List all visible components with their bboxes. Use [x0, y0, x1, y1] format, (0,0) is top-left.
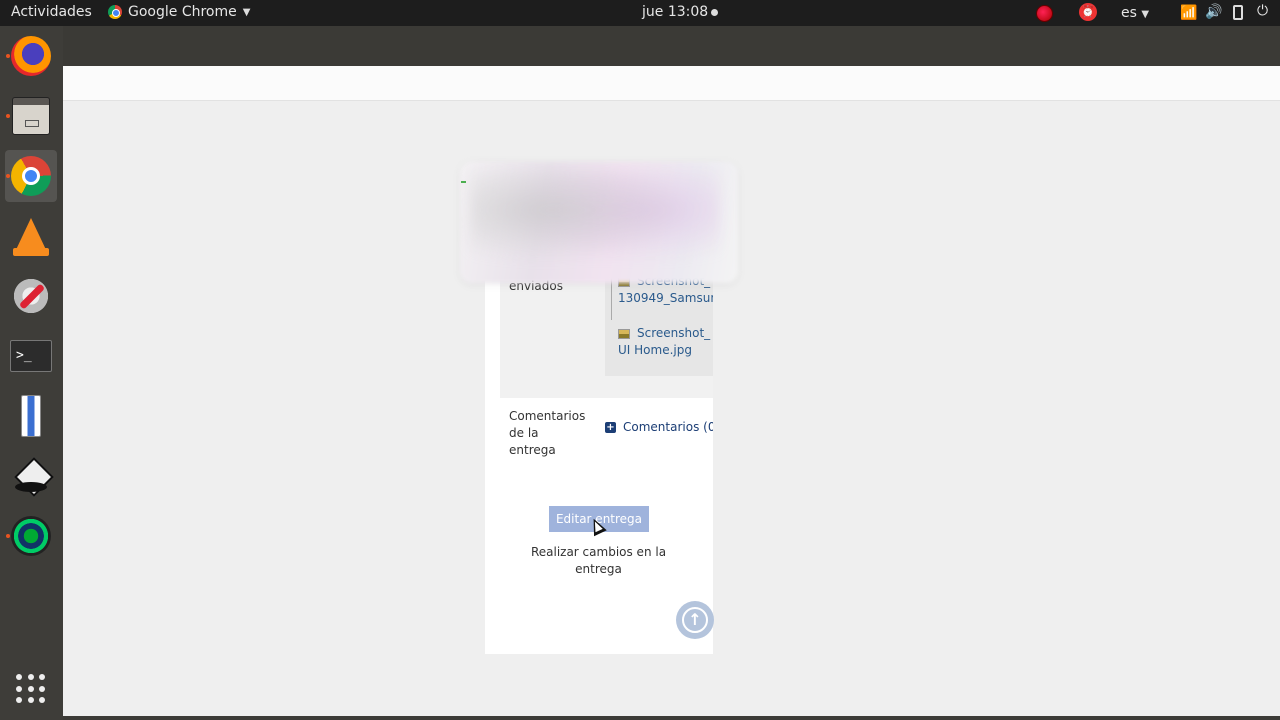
terminal-icon: >_	[10, 340, 52, 372]
edit-help-text: Realizar cambios en la entrega	[520, 544, 677, 578]
running-indicator-icon	[6, 174, 10, 178]
comments-label-2: de la	[509, 426, 539, 440]
settings-icon	[11, 276, 51, 316]
dock-vlc[interactable]	[5, 210, 57, 262]
notification-dot-icon	[711, 8, 719, 16]
dock-inkscape[interactable]	[5, 450, 57, 502]
language-label: es	[1121, 5, 1137, 21]
edit-help-line2: entrega	[575, 562, 622, 576]
volume-icon[interactable]: 🔊	[1205, 4, 1222, 20]
dock-chrome[interactable]	[5, 150, 57, 202]
alarm-clock-icon[interactable]: ⏰	[1079, 3, 1097, 21]
power-menu-icon[interactable]: ⏻	[1257, 3, 1268, 19]
comments-label-1: Comentarios	[509, 409, 586, 423]
system-top-bar: Actividades Google Chrome ▼ jue 13:08 ⏰ …	[0, 0, 1280, 26]
files-icon	[12, 97, 50, 135]
record-icon[interactable]	[1036, 5, 1053, 22]
clock-label: jue 13:08	[642, 4, 709, 20]
dock-terminal[interactable]: >_	[5, 330, 57, 382]
status-mark-icon	[461, 181, 466, 183]
clock[interactable]: jue 13:08	[642, 4, 719, 20]
comments-label-3: entrega	[509, 443, 556, 457]
blurred-overlay-content	[470, 170, 720, 270]
battery-icon[interactable]	[1233, 5, 1243, 20]
wifi-icon[interactable]: 📶	[1180, 5, 1197, 21]
firefox-icon	[11, 36, 51, 76]
dock-firefox[interactable]	[5, 30, 57, 82]
browser-toolbar	[63, 26, 1280, 66]
file-link-2-line2[interactable]: UI Home.jpg	[618, 342, 692, 359]
ruler-icon	[21, 395, 41, 437]
expand-plus-icon[interactable]: +	[605, 422, 616, 433]
ubuntu-dock: >_	[0, 26, 63, 720]
app-menu-label: Google Chrome	[128, 4, 237, 20]
activities-button[interactable]: Actividades	[11, 4, 92, 20]
image-file-icon	[618, 328, 630, 339]
browser-bar	[63, 66, 1280, 101]
dock-camera[interactable]	[5, 510, 57, 562]
running-indicator-icon	[6, 54, 10, 58]
running-indicator-icon	[6, 114, 10, 118]
comments-link[interactable]: Comentarios (0	[623, 420, 713, 434]
edit-help-line1: Realizar cambios en la	[530, 545, 667, 559]
chrome-icon	[108, 5, 122, 19]
chevron-down-icon: ▼	[242, 6, 251, 18]
file-link-2[interactable]: Screenshot_	[618, 325, 710, 342]
chrome-icon	[11, 156, 51, 196]
running-indicator-icon	[6, 534, 10, 538]
show-applications-icon[interactable]	[16, 674, 46, 704]
camera-icon	[11, 516, 51, 556]
language-selector[interactable]: es ▼	[1121, 5, 1149, 21]
file-link-2-line1: Screenshot_	[637, 326, 711, 340]
app-menu[interactable]: Google Chrome ▼	[108, 4, 250, 20]
dock-files[interactable]	[5, 90, 57, 142]
file-link-1[interactable]: 130949_Samsung	[618, 290, 713, 307]
vlc-icon	[13, 218, 49, 256]
dock-ruler[interactable]	[5, 390, 57, 442]
dock-settings[interactable]	[5, 270, 57, 322]
scroll-to-top-button[interactable]: ↑	[676, 601, 714, 639]
chevron-down-icon: ▼	[1141, 9, 1150, 20]
arrow-up-icon: ↑	[682, 607, 708, 633]
inkscape-icon	[11, 456, 51, 496]
